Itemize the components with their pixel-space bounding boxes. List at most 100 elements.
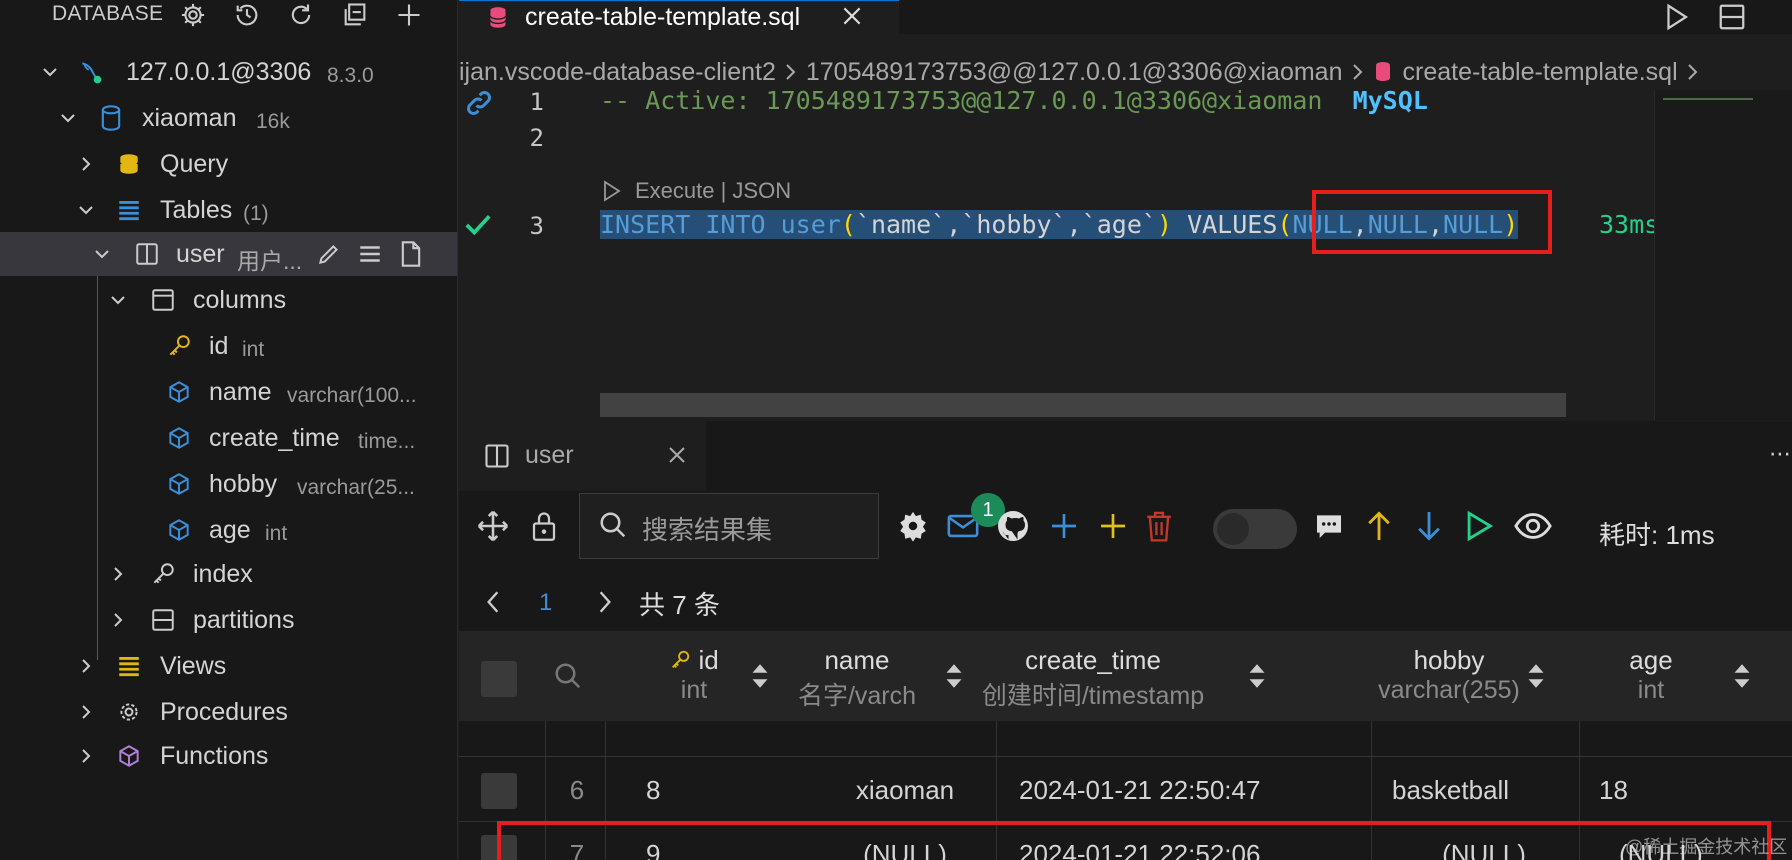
column-header-type: 创建时间/timestamp <box>981 682 1205 710</box>
tree-columns[interactable]: columns <box>0 278 457 322</box>
cell-id[interactable]: 8 <box>646 775 660 806</box>
tree-views[interactable]: Views <box>0 644 457 688</box>
editor-tab[interactable]: create-table-template.sql <box>459 0 899 34</box>
move-icon[interactable] <box>473 501 513 551</box>
column-header-type: int <box>1637 676 1665 704</box>
tree-column-hobby[interactable]: hobby varchar(25... <box>0 462 457 506</box>
arrow-up-icon[interactable] <box>1359 501 1399 551</box>
column-type: int <box>242 338 265 361</box>
tree-table-user[interactable]: user 用户... <box>0 232 457 276</box>
breadcrumb-item[interactable]: create-table-template.sql <box>1403 58 1678 87</box>
chevron-right-icon[interactable] <box>597 589 613 615</box>
sort-icon[interactable] <box>1731 661 1753 691</box>
paren: ( <box>1277 210 1293 239</box>
cell-age[interactable]: 18 <box>1599 775 1628 806</box>
github-icon[interactable] <box>993 501 1033 551</box>
tree-query[interactable]: Query <box>0 142 457 186</box>
table-row[interactable]: 6 8 xiaoman 2024-01-21 22:50:47 basketba… <box>459 761 1792 821</box>
elapsed-time: 耗时: 1ms <box>1599 520 1715 550</box>
sql-database-icon <box>1373 60 1393 84</box>
run-icon[interactable] <box>1459 501 1499 551</box>
column-name: id <box>209 332 229 360</box>
comment-icon[interactable] <box>1309 501 1349 551</box>
add-connection-icon[interactable] <box>392 0 426 30</box>
column-type: varchar(25... <box>297 476 415 499</box>
tree-column-create-time[interactable]: create_time time... <box>0 416 457 460</box>
result-search-input[interactable]: 搜索结果集 <box>579 493 879 559</box>
column-header-age[interactable]: age int <box>1601 631 1750 721</box>
more-icon[interactable]: ⋯ <box>1769 441 1791 467</box>
code-line-1[interactable]: -- Active: 1705489173753@@127.0.0.1@3306… <box>600 86 1428 115</box>
tree-column-age[interactable]: age int <box>0 508 457 552</box>
result-grid-header: id int name 名字/varch create_time 创建时间/ti… <box>459 631 1792 721</box>
sql-keyword: INSERT INTO <box>600 210 781 239</box>
close-icon[interactable] <box>665 443 689 467</box>
delete-icon[interactable] <box>1139 501 1179 551</box>
tree-procedures[interactable]: Procedures <box>0 690 457 734</box>
arrow-down-icon[interactable] <box>1409 501 1449 551</box>
tables-label: Tables <box>160 196 233 224</box>
select-all-checkbox[interactable] <box>481 661 517 697</box>
search-icon[interactable] <box>553 661 583 691</box>
breadcrumb-item[interactable]: 1705489173753@@127.0.0.1@3306@xiaoman <box>806 58 1343 87</box>
column-header-name[interactable]: name 名字/varch <box>783 631 962 721</box>
codelens-label: Execute | JSON <box>635 178 792 203</box>
sort-icon[interactable] <box>749 661 771 691</box>
column-header-id[interactable]: id int <box>605 631 783 721</box>
collapse-all-icon[interactable] <box>338 0 372 30</box>
database-explorer-sidebar: DATABASE 127.0.0.1@3306 8.3.0 xiaoman 16… <box>0 0 458 860</box>
sql-table: user <box>780 210 841 239</box>
current-page[interactable]: 1 <box>539 589 552 617</box>
column-header-create-time[interactable]: create_time 创建时间/timestamp <box>959 631 1265 721</box>
tree-connection[interactable]: 127.0.0.1@3306 8.3.0 <box>0 50 457 94</box>
cell-create-time[interactable]: 2024-01-21 22:50:47 <box>1019 775 1260 806</box>
cell-hobby[interactable]: basketball <box>1392 775 1572 806</box>
codelens[interactable]: Execute | JSON <box>601 178 791 204</box>
watermark: @稀土掘金技术社区 <box>1625 837 1788 857</box>
tree-functions[interactable]: Functions <box>0 734 457 778</box>
lock-icon[interactable] <box>524 501 564 551</box>
add-row-icon[interactable] <box>1044 501 1084 551</box>
sort-icon[interactable] <box>1246 661 1268 691</box>
horizontal-scrollbar[interactable] <box>600 393 1566 417</box>
tree-column-id[interactable]: id int <box>0 324 457 368</box>
tree-index[interactable]: index <box>0 552 457 596</box>
settings-icon[interactable] <box>893 501 933 551</box>
run-icon[interactable] <box>1661 2 1691 32</box>
chevron-left-icon[interactable] <box>485 589 501 615</box>
gear-icon[interactable] <box>176 0 210 30</box>
line-number: 1 <box>529 88 544 116</box>
editor-tab-bar: create-table-template.sql <box>459 0 1792 34</box>
row-checkbox[interactable] <box>481 773 517 809</box>
results-tab[interactable]: user <box>459 421 706 491</box>
comma: , <box>1066 210 1082 239</box>
cell-name[interactable]: xiaoman <box>830 775 980 806</box>
partitions-icon <box>150 607 176 633</box>
tree-column-name[interactable]: name varchar(100... <box>0 370 457 414</box>
sort-icon[interactable] <box>1525 661 1547 691</box>
new-file-icon[interactable] <box>398 241 424 267</box>
edit-pencil-icon[interactable] <box>316 241 342 267</box>
insert-icon[interactable] <box>1093 501 1133 551</box>
query-results-panel: user ⋯ 搜索结果集 1 耗时: 1ms 1 共 7 条 id int na… <box>459 421 1792 860</box>
history-icon[interactable] <box>230 0 264 30</box>
eye-icon[interactable] <box>1513 501 1553 551</box>
chevron-right-icon <box>82 659 91 673</box>
column-name: hobby <box>209 470 278 498</box>
tree-tables[interactable]: Tables (1) <box>0 188 457 232</box>
tree-database[interactable]: xiaoman 16k <box>0 96 457 140</box>
column-cube-icon <box>166 517 192 543</box>
chevron-down-icon <box>61 114 75 123</box>
query-label: Query <box>160 150 229 178</box>
list-menu-icon[interactable] <box>357 241 383 267</box>
toggle-switch[interactable] <box>1213 509 1297 549</box>
column-header-hobby[interactable]: hobby varchar(255) <box>1369 631 1544 721</box>
tree-partitions[interactable]: partitions <box>0 598 457 642</box>
breadcrumb-item[interactable]: ijan.vscode-database-client2 <box>459 58 776 87</box>
sidebar-title: DATABASE <box>52 2 164 25</box>
database-size: 16k <box>256 110 290 133</box>
close-icon[interactable] <box>839 3 865 29</box>
split-editor-icon[interactable] <box>1717 2 1747 32</box>
refresh-icon[interactable] <box>284 0 318 30</box>
minimap[interactable] <box>1654 90 1792 420</box>
